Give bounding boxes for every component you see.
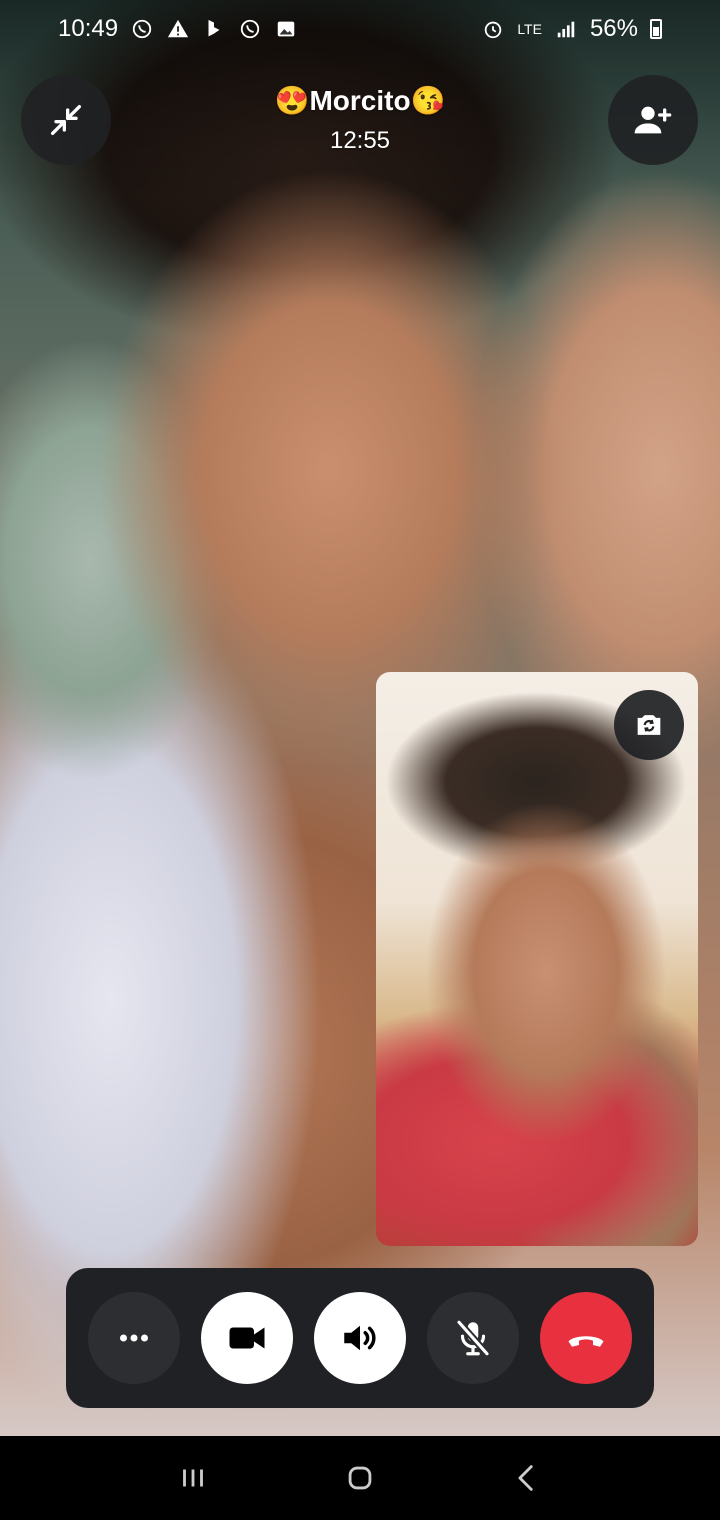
end-call-button[interactable] (540, 1292, 632, 1384)
add-person-icon (634, 106, 672, 134)
add-person-button[interactable] (608, 75, 698, 165)
more-options-button[interactable] (88, 1292, 180, 1384)
back-button[interactable] (492, 1443, 562, 1513)
alarm-icon (481, 17, 505, 41)
speaker-toggle-button[interactable] (314, 1292, 406, 1384)
self-video-preview[interactable] (376, 672, 698, 1246)
whatsapp-icon (238, 17, 262, 41)
mic-off-icon (456, 1319, 490, 1357)
video-camera-icon (229, 1327, 265, 1349)
image-icon (274, 17, 298, 41)
network-type: LTE (517, 21, 542, 37)
status-right: LTE 56% (481, 15, 662, 43)
status-left: 10:49 (58, 15, 298, 43)
navigation-bar (0, 1436, 720, 1520)
home-button[interactable] (325, 1443, 395, 1513)
home-icon (348, 1466, 372, 1490)
alert-icon (166, 17, 190, 41)
mute-toggle-button[interactable] (427, 1292, 519, 1384)
whatsapp-icon (130, 17, 154, 41)
flip-camera-icon (637, 715, 661, 735)
speaker-icon (344, 1325, 376, 1351)
status-time: 10:49 (58, 15, 119, 42)
status-bar: 10:49 LTE 56% (0, 0, 720, 58)
recent-apps-button[interactable] (158, 1443, 228, 1513)
more-icon (120, 1334, 148, 1342)
battery-icon (650, 19, 662, 39)
call-controls-bar (66, 1268, 654, 1408)
signal-icon (554, 17, 578, 41)
recent-apps-icon (183, 1469, 204, 1487)
flip-camera-button[interactable] (614, 690, 684, 760)
video-toggle-button[interactable] (201, 1292, 293, 1384)
battery-percent: 56% (589, 15, 638, 42)
back-icon (518, 1465, 533, 1491)
hang-up-icon (568, 1336, 604, 1347)
bing-icon (202, 17, 226, 41)
